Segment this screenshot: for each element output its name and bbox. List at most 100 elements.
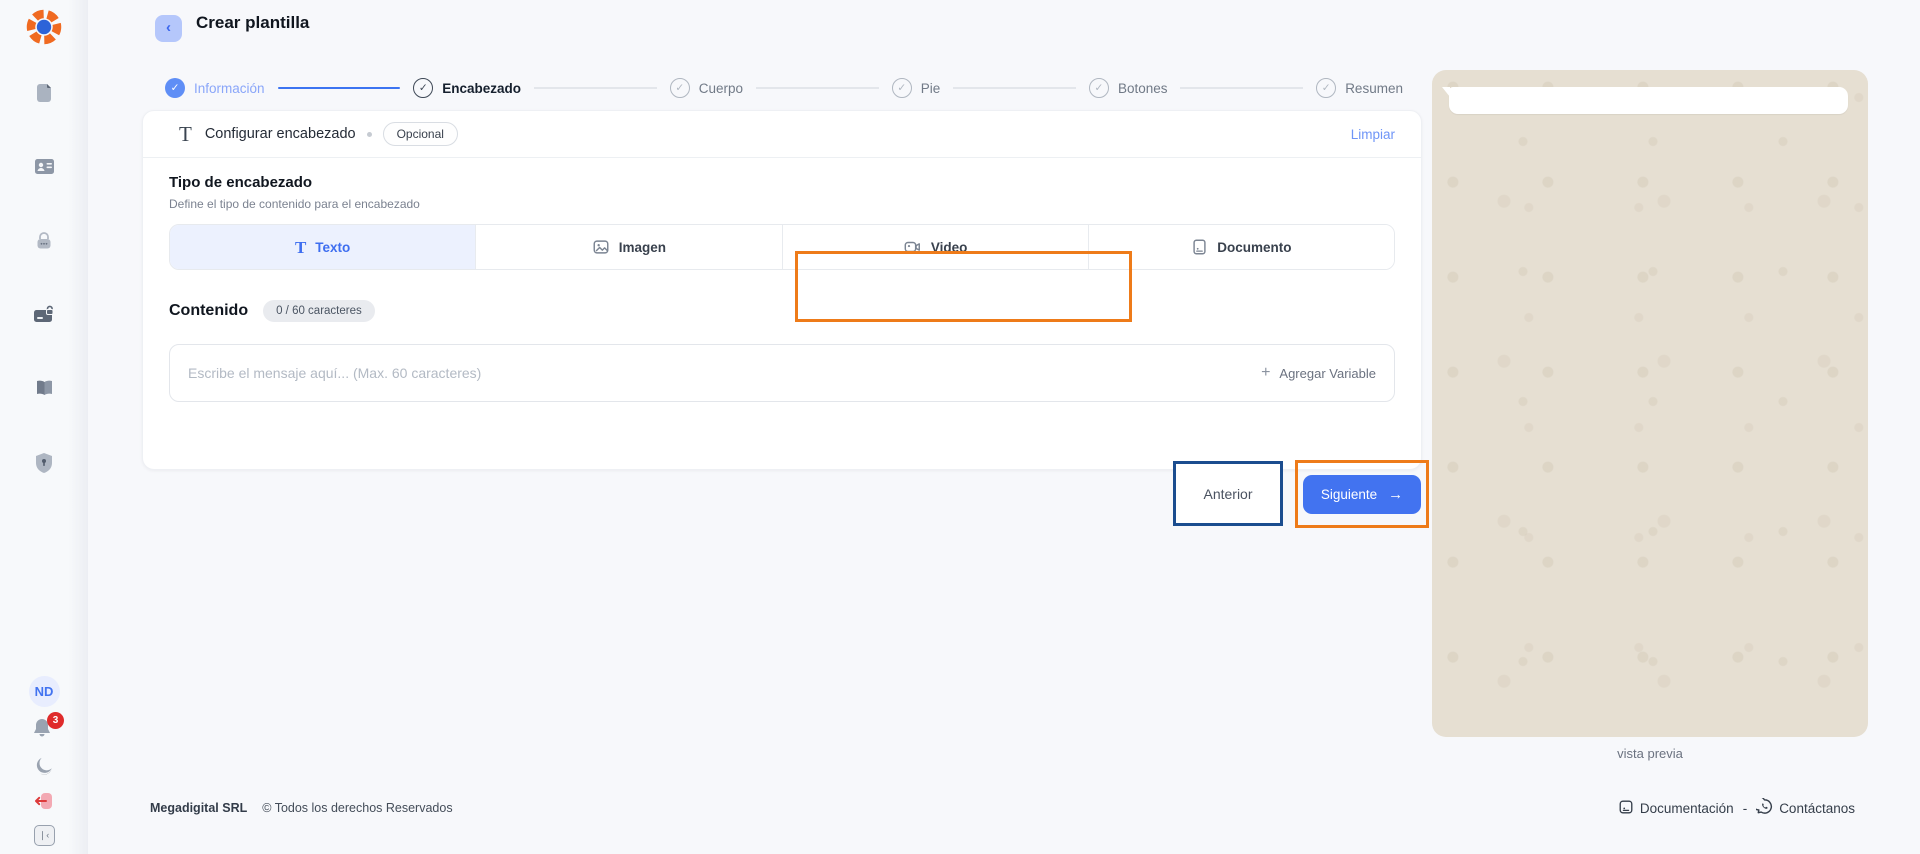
step-check-icon: ✓	[1089, 78, 1109, 98]
annotation-box-video	[795, 251, 1132, 322]
sidebar-item-contacts[interactable]	[29, 154, 59, 184]
next-button[interactable]: Siguiente →	[1303, 475, 1421, 514]
step-pie[interactable]: ✓ Pie	[892, 78, 941, 98]
annotation-box-siguiente: Siguiente →	[1295, 460, 1429, 528]
bell-icon	[30, 729, 54, 746]
copyright-text: © Todos los derechos Reservados	[262, 801, 452, 815]
step-cuerpo[interactable]: ✓ Cuerpo	[670, 78, 743, 98]
add-variable-label: Agregar Variable	[1279, 366, 1376, 381]
step-label: Resumen	[1345, 81, 1403, 96]
card-body: Tipo de encabezado Define el tipo de con…	[143, 158, 1421, 402]
book-icon	[32, 376, 57, 406]
previous-button[interactable]: Anterior	[1203, 486, 1252, 502]
brand-logo-icon[interactable]	[25, 8, 63, 46]
preview-caption: vista previa	[1432, 746, 1868, 761]
step-check-icon: ✓	[670, 78, 690, 98]
card-reader-lock-icon	[31, 302, 57, 333]
sidebar: ND 3 ❘‹	[0, 0, 88, 854]
tab-label: Documento	[1217, 240, 1291, 255]
header-text-input-wrap: + Agregar Variable	[169, 344, 1395, 402]
annotation-box-anterior: Anterior	[1173, 461, 1283, 526]
text-type-icon: T	[179, 124, 192, 145]
plus-icon: +	[1261, 364, 1270, 382]
type-section-subtitle: Define el tipo de contenido para el enca…	[169, 197, 1395, 211]
sidebar-item-payments[interactable]	[29, 302, 59, 332]
sidebar-nav	[29, 80, 59, 480]
step-connector	[756, 87, 879, 89]
character-counter-badge: 0 / 60 caracteres	[263, 300, 375, 322]
step-check-icon: ✓	[1316, 78, 1336, 98]
step-check-icon: ✓	[413, 78, 433, 98]
message-bubble	[1449, 87, 1848, 114]
app-page: ND 3 ❘‹ ‹ Crear plantilla	[0, 0, 1920, 854]
step-label: Información	[194, 81, 265, 96]
step-connector	[278, 87, 401, 90]
step-connector	[534, 87, 657, 89]
notification-count-badge: 3	[47, 712, 64, 729]
documentation-label: Documentación	[1640, 801, 1734, 816]
shield-key-icon	[33, 451, 55, 480]
step-resumen[interactable]: ✓ Resumen	[1316, 78, 1403, 98]
image-icon	[592, 238, 610, 256]
contact-link[interactable]: Contáctanos	[1756, 798, 1855, 818]
file-icon	[32, 81, 56, 110]
content-section-header: Contenido 0 / 60 caracteres	[169, 300, 1395, 322]
id-card-icon	[32, 154, 57, 184]
dark-mode-toggle[interactable]	[31, 755, 57, 781]
card-title: Configurar encabezado	[205, 126, 356, 142]
step-label: Botones	[1118, 81, 1168, 96]
step-informacion[interactable]: ✓ Información	[165, 78, 265, 98]
page-title: Crear plantilla	[196, 13, 309, 33]
tab-label: Texto	[315, 240, 350, 255]
user-avatar[interactable]: ND	[29, 676, 60, 707]
clear-button[interactable]: Limpiar	[1351, 127, 1395, 142]
logout-icon	[32, 790, 56, 817]
footer-left: Megadigital SRL © Todos los derechos Res…	[150, 801, 453, 815]
footer-separator: -	[1743, 801, 1748, 816]
step-botones[interactable]: ✓ Botones	[1089, 78, 1168, 98]
whatsapp-preview-panel	[1432, 70, 1868, 737]
arrow-right-icon: →	[1388, 487, 1403, 502]
text-type-icon: T	[295, 239, 306, 256]
moon-icon	[33, 755, 55, 782]
header-type-tabs: T Texto Imagen Video	[169, 224, 1395, 270]
next-label: Siguiente	[1321, 487, 1377, 502]
wizard-stepper: ✓ Información ✓ Encabezado ✓ Cuerpo ✓ Pi…	[165, 76, 1403, 100]
docs-icon	[1618, 799, 1634, 818]
add-variable-button[interactable]: + Agregar Variable	[1261, 364, 1376, 382]
tab-imagen[interactable]: Imagen	[475, 225, 781, 269]
sidebar-bottom: ND 3 ❘‹	[29, 676, 60, 846]
footer-right: Documentación - Contáctanos	[1618, 798, 1855, 818]
tab-documento[interactable]: Documento	[1088, 225, 1394, 269]
step-encabezado[interactable]: ✓ Encabezado	[413, 78, 521, 98]
type-section-title: Tipo de encabezado	[169, 174, 1395, 191]
logout-button[interactable]	[31, 790, 57, 816]
sidebar-item-privacy[interactable]	[29, 450, 59, 480]
notifications-button[interactable]: 3	[30, 716, 58, 746]
collapse-sidebar-button[interactable]: ❘‹	[34, 825, 55, 846]
tab-label: Imagen	[619, 240, 666, 255]
whatsapp-icon	[1756, 798, 1773, 818]
step-label: Encabezado	[442, 81, 521, 96]
back-button[interactable]: ‹	[155, 15, 182, 42]
tab-texto[interactable]: T Texto	[170, 225, 475, 269]
step-label: Pie	[921, 81, 941, 96]
step-connector	[1180, 87, 1303, 89]
sidebar-item-catalog[interactable]	[29, 376, 59, 406]
sidebar-item-security[interactable]	[29, 228, 59, 258]
step-check-icon: ✓	[892, 78, 912, 98]
sidebar-item-templates[interactable]	[29, 80, 59, 110]
step-connector	[953, 87, 1076, 89]
content-section-title: Contenido	[169, 302, 248, 320]
optional-badge: Opcional	[383, 122, 458, 146]
header-config-card: T Configurar encabezado Opcional Limpiar…	[142, 110, 1422, 470]
header-text-input[interactable]	[188, 365, 1261, 381]
company-name: Megadigital SRL	[150, 801, 247, 815]
step-check-icon: ✓	[165, 78, 185, 98]
contact-label: Contáctanos	[1779, 801, 1855, 816]
documentation-link[interactable]: Documentación	[1618, 799, 1734, 818]
step-label: Cuerpo	[699, 81, 743, 96]
dot-separator	[367, 132, 372, 137]
lock-icon	[32, 229, 56, 258]
collapse-chevron-icon: ❘‹	[39, 830, 50, 841]
